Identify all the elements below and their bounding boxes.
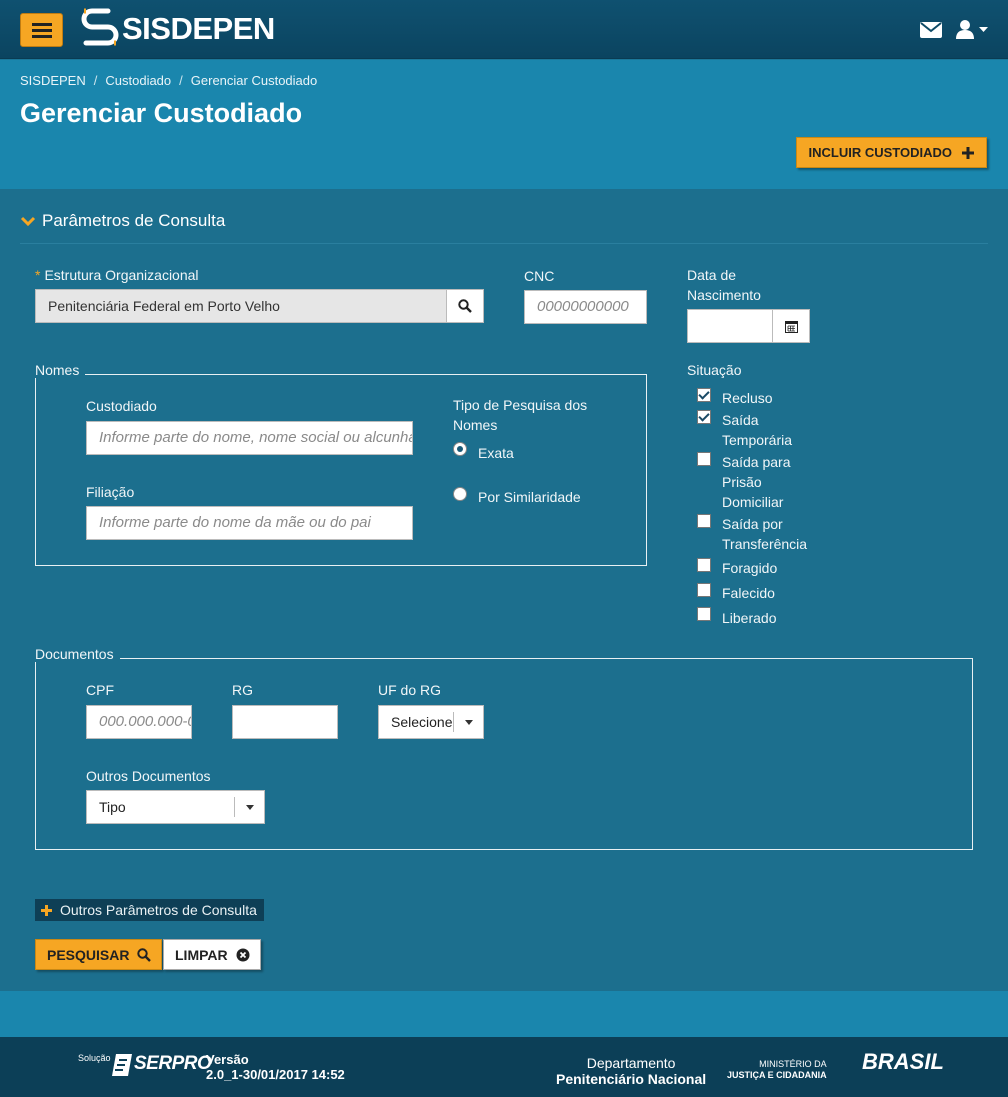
cnc-input[interactable]: 00000000000: [524, 290, 647, 324]
nascimento-input[interactable]: [687, 309, 773, 343]
caret-down-icon: [979, 26, 988, 32]
checkbox-recluso[interactable]: [697, 388, 711, 402]
plus-icon: [41, 904, 52, 916]
incluir-custodiado-button[interactable]: INCLUIR CUSTODIADO: [795, 137, 987, 168]
calendar-button[interactable]: [772, 309, 810, 343]
checkbox-saida-prisao-domiciliar[interactable]: [697, 452, 711, 466]
ministerio-logo: MINISTÉRIO DA JUSTIÇA E CIDADANIA: [727, 1059, 827, 1080]
checkbox-saida-temporaria-label: Saída Temporária: [722, 412, 793, 448]
checkbox-foragido[interactable]: [697, 558, 711, 572]
chevron-down-icon: [234, 797, 264, 817]
filiacao-label: Filiação: [86, 484, 135, 500]
search-icon: [137, 947, 152, 962]
checkbox-saida-temporaria[interactable]: [697, 410, 711, 424]
top-bar: SISDEPEN: [0, 0, 1008, 59]
section-toggle[interactable]: Parâmetros de Consulta: [20, 211, 225, 231]
app-name: SISDEPEN: [122, 11, 275, 46]
outros-documentos-label: Outros Documentos: [86, 768, 211, 784]
rg-label: RG: [232, 682, 253, 698]
envelope-icon[interactable]: [920, 21, 942, 38]
tipo-pesquisa-label: Tipo de Pesquisa dos Nomes: [453, 397, 588, 433]
breadcrumb: SISDEPEN / Custodiado / Gerenciar Custodiado: [20, 73, 318, 88]
cnc-label: CNC: [524, 268, 555, 284]
radio-similaridade-label: Por Similaridade: [478, 489, 581, 505]
checkbox-saida-prisao-domiciliar-label: Saída para Prisão Domiciliar: [722, 454, 791, 510]
checkbox-recluso-label: Recluso: [722, 390, 773, 406]
checkbox-liberado-label: Liberado: [722, 610, 777, 626]
uf-rg-label: UF do RG: [378, 682, 442, 698]
search-icon: [458, 299, 472, 313]
calendar-icon: [784, 320, 798, 333]
search-panel: Parâmetros de Consulta * Estrutura Organi…: [0, 189, 1008, 991]
footer: Solução SERPRO Versão 2.0_1-30/01/2017 14…: [0, 1037, 1008, 1097]
checkbox-falecido-label: Falecido: [722, 585, 775, 601]
outros-parametros-toggle[interactable]: Outros Parâmetros de Consulta: [35, 899, 264, 921]
limpar-button[interactable]: LIMPAR: [163, 939, 261, 970]
checkbox-falecido[interactable]: [697, 583, 711, 597]
brasil-logo: BRASIL: [862, 1049, 944, 1074]
breadcrumb-item[interactable]: Custodiado: [105, 73, 171, 88]
checkbox-liberado[interactable]: [697, 607, 711, 621]
incluir-label: INCLUIR CUSTODIADO: [808, 145, 952, 160]
breadcrumb-item: Gerenciar Custodiado: [190, 73, 318, 88]
menu-toggle-button[interactable]: [20, 13, 63, 47]
custodiado-label: Custodiado: [86, 398, 157, 414]
solucao-label: Solução: [78, 1053, 111, 1063]
nascimento-label: Data de Nascimento: [687, 267, 761, 303]
breadcrumb-item[interactable]: SISDEPEN: [20, 73, 86, 88]
checkbox-saida-transferencia[interactable]: [697, 514, 711, 528]
outros-parametros-label: Outros Parâmetros de Consulta: [60, 902, 257, 918]
sisdepen-logo-icon: [81, 8, 119, 46]
uf-rg-value: Selecione: [391, 714, 453, 730]
cpf-label: CPF: [86, 682, 114, 698]
footer-band: [0, 991, 1008, 1037]
documentos-legend: Documentos: [35, 646, 120, 662]
rg-input[interactable]: [232, 705, 338, 739]
checkbox-saida-transferencia-label: Saída por Transferência: [722, 516, 808, 552]
plus-icon: [962, 146, 974, 159]
custodiado-input[interactable]: Informe parte do nome, nome social ou al…: [86, 421, 413, 455]
radio-similaridade[interactable]: [453, 487, 467, 501]
cpf-input[interactable]: 000.000.000-00: [86, 705, 192, 739]
outros-documentos-value: Tipo: [99, 799, 126, 815]
page-title: Gerenciar Custodiado: [20, 98, 303, 128]
pesquisar-button[interactable]: PESQUISAR: [35, 939, 163, 970]
filiacao-input[interactable]: Informe parte do nome da mãe ou do pai: [86, 506, 413, 540]
user-icon: [956, 20, 974, 39]
nomes-legend: Nomes: [35, 362, 86, 378]
section-title: Parâmetros de Consulta: [42, 211, 226, 230]
versao-info: Versão 2.0_1-30/01/2017 14:52: [206, 1052, 345, 1082]
estrutura-label: * Estrutura Organizacional: [35, 267, 199, 283]
app-logo[interactable]: SISDEPEN: [80, 8, 275, 50]
chevron-down-icon: [453, 712, 483, 732]
radio-exata-label: Exata: [478, 445, 514, 461]
estrutura-search-button[interactable]: [446, 289, 484, 323]
estrutura-field[interactable]: Penitenciária Federal em Porto Velho: [35, 289, 447, 323]
limpar-label: LIMPAR: [175, 946, 228, 963]
uf-rg-select[interactable]: Selecione: [378, 705, 484, 739]
serpro-logo-icon: [112, 1054, 132, 1076]
situacao-label: Situação: [687, 362, 742, 378]
radio-exata[interactable]: [453, 442, 467, 456]
user-menu[interactable]: [956, 20, 988, 39]
page-header: SISDEPEN / Custodiado / Gerenciar Custodiado…: [0, 60, 1008, 189]
serpro-logo: SERPRO: [134, 1053, 212, 1074]
close-circle-icon: [236, 948, 250, 961]
outros-documentos-select[interactable]: Tipo: [86, 790, 265, 824]
depen-logo: Departamento Penitenciário Nacional: [556, 1055, 707, 1087]
pesquisar-label: PESQUISAR: [47, 946, 130, 963]
chevron-down-icon: [20, 216, 36, 227]
checkbox-foragido-label: Foragido: [722, 560, 778, 576]
